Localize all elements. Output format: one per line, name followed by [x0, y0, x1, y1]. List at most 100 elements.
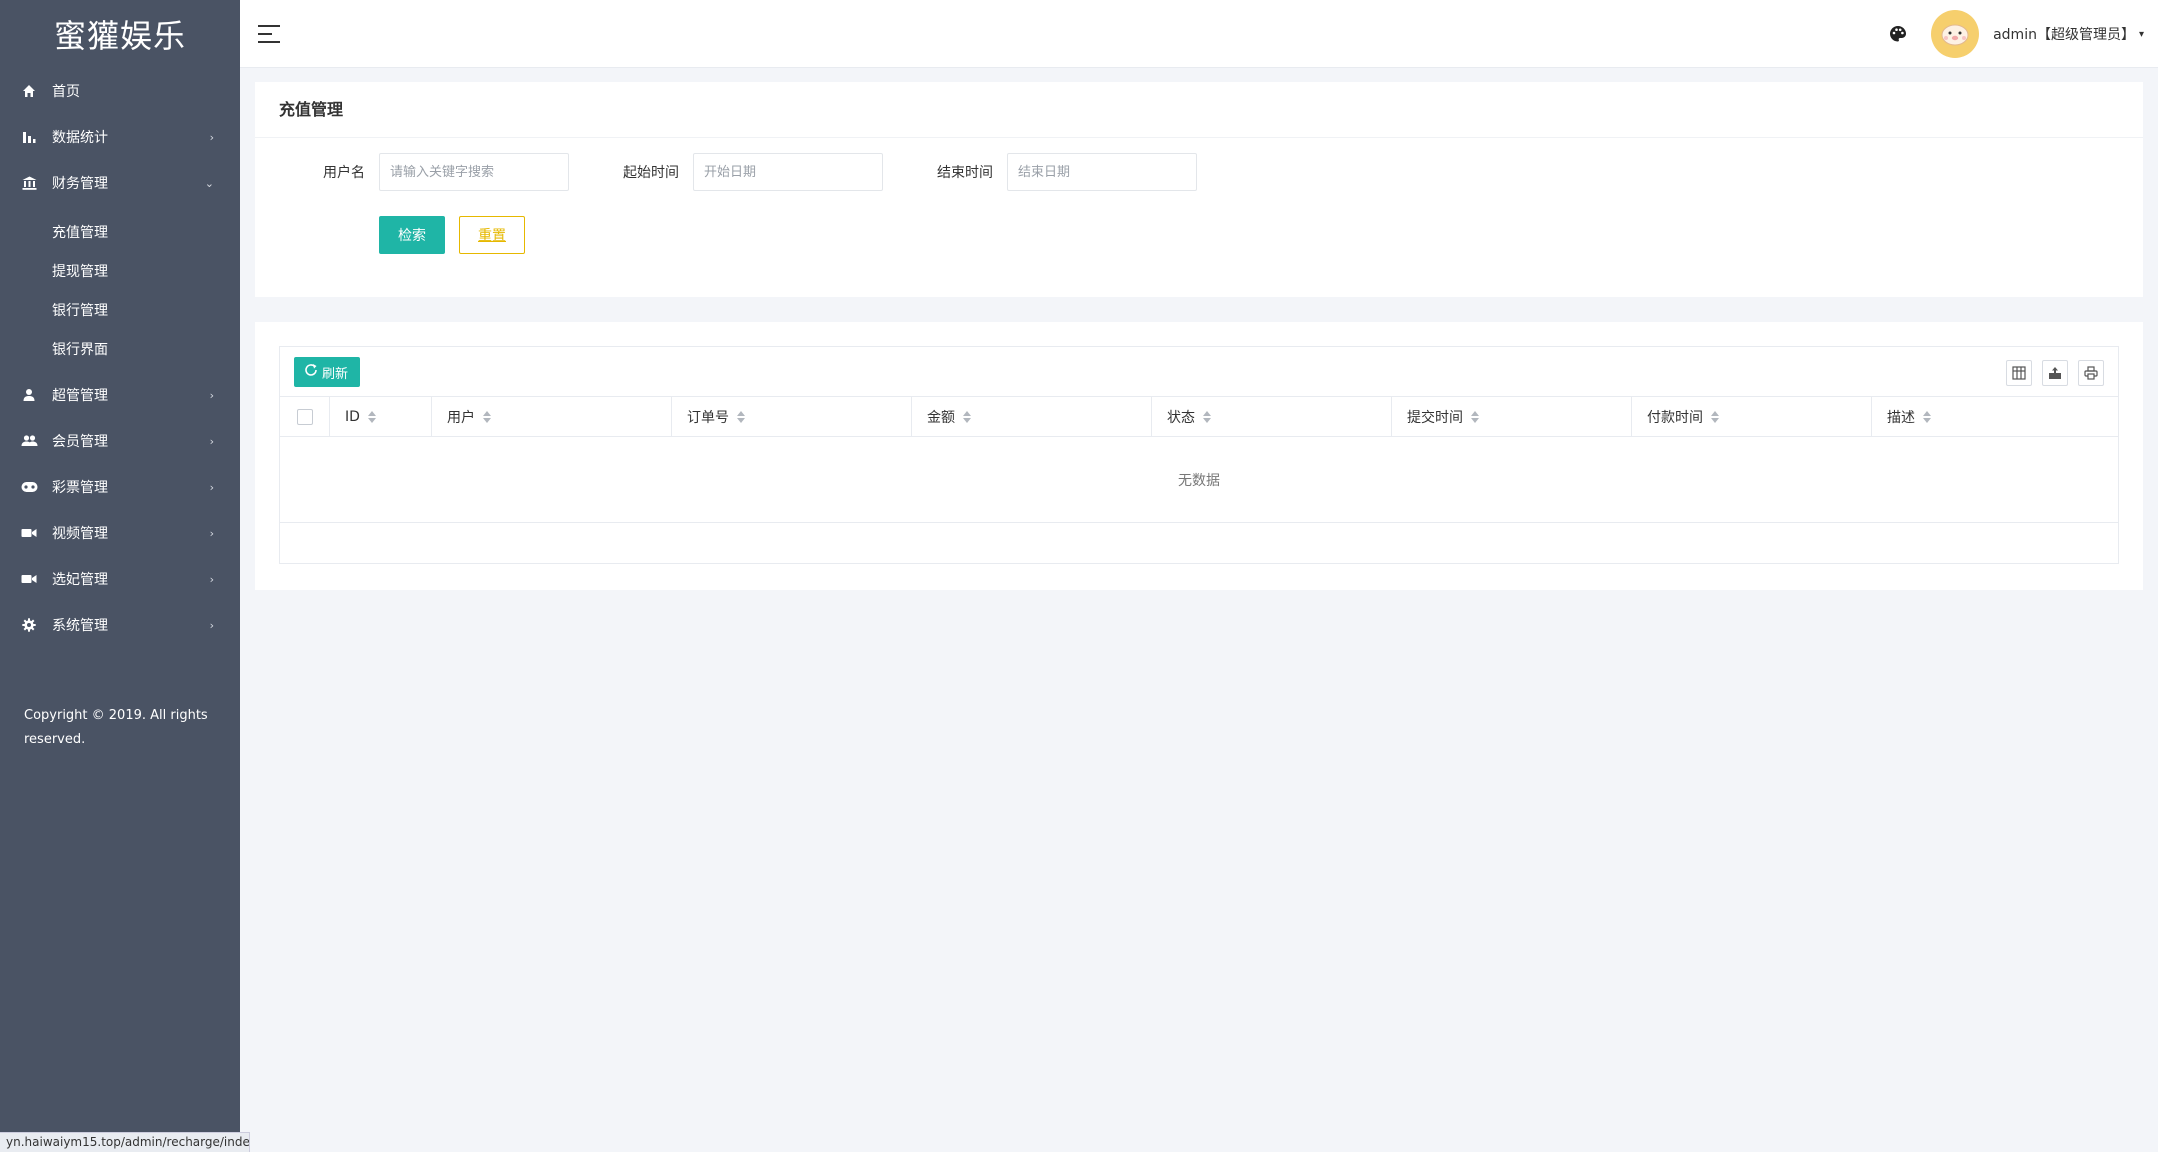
select-all-checkbox[interactable] [296, 409, 313, 425]
column-header-amount[interactable]: 金额 [912, 397, 1152, 437]
palette-icon[interactable] [1887, 23, 1909, 45]
refresh-icon [304, 363, 318, 381]
video-icon [20, 570, 38, 588]
sidebar-item-statistics[interactable]: 数据统计 › [0, 114, 240, 160]
chevron-right-icon: › [209, 618, 214, 632]
table-panel: 刷新 ID 用户 订单号 金额 状态 提交时间 付款时间 描述 无数据 [255, 322, 2143, 590]
finance-submenu: 充值管理 提现管理 银行管理 银行界面 [0, 206, 240, 372]
gamepad-icon [20, 478, 38, 496]
search-button[interactable]: 检索 [379, 216, 445, 254]
caret-down-icon: ▾ [2138, 28, 2144, 40]
columns-filter-icon[interactable] [2006, 360, 2032, 386]
user-menu[interactable]: admin【超级管理员】 ▾ [1993, 24, 2144, 44]
refresh-label: 刷新 [322, 366, 349, 382]
start-date-label: 起始时间 [623, 165, 679, 181]
table-tools [1996, 360, 2104, 386]
sidebar-item-selection[interactable]: 选妃管理 › [0, 556, 240, 602]
username-group: 用户名 [255, 153, 569, 191]
column-header-user[interactable]: 用户 [432, 397, 672, 437]
column-label: 付款时间 [1647, 410, 1703, 426]
home-icon [20, 82, 38, 100]
sidebar-item-label: 会员管理 [52, 434, 108, 450]
search-actions: 检索 重置 [379, 216, 525, 254]
chevron-right-icon: › [209, 434, 214, 448]
user-icon [20, 386, 38, 404]
sidebar-item-label: 系统管理 [52, 618, 108, 634]
avatar[interactable] [1931, 10, 1980, 58]
sort-icon [737, 411, 745, 423]
status-bar-url: yn.haiwaiym15.top/admin/recharge/index [0, 1132, 250, 1152]
sort-icon [1711, 411, 1719, 423]
column-header-submit-time[interactable]: 提交时间 [1392, 397, 1632, 437]
sidebar-item-members[interactable]: 会员管理 › [0, 418, 240, 464]
column-header-status[interactable]: 状态 [1152, 397, 1392, 437]
column-header-pay-time[interactable]: 付款时间 [1632, 397, 1872, 437]
brand-logo: 蜜獾娱乐 [53, 17, 186, 55]
refresh-button[interactable]: 刷新 [294, 357, 361, 387]
sidebar-item-label: 财务管理 [52, 176, 108, 192]
sort-icon [1471, 411, 1479, 423]
column-header-id[interactable]: ID [330, 397, 432, 437]
chevron-right-icon: › [209, 526, 214, 540]
start-date-input[interactable] [693, 153, 883, 191]
bar-chart-icon [20, 128, 38, 146]
chevron-right-icon: › [209, 480, 214, 494]
sidebar-item-lottery[interactable]: 彩票管理 › [0, 464, 240, 510]
sort-icon [483, 411, 491, 423]
data-table: 刷新 ID 用户 订单号 金额 状态 提交时间 付款时间 描述 无数据 [279, 346, 2119, 564]
chevron-right-icon: › [209, 388, 214, 402]
table-toolbar: 刷新 [280, 347, 2118, 397]
sidebar-item-label: 首页 [52, 84, 80, 100]
sidebar-item-system[interactable]: 系统管理 › [0, 602, 240, 648]
end-date-group: 结束时间 [883, 153, 1197, 191]
header-right: admin【超级管理员】 ▾ [1887, 0, 2144, 68]
sidebar-item-finance[interactable]: 财务管理 ⌄ [0, 160, 240, 206]
sidebar-item-videos[interactable]: 视频管理 › [0, 510, 240, 556]
bank-icon [20, 174, 38, 192]
page-title: 充值管理 [255, 82, 2143, 138]
sort-icon [1923, 411, 1931, 423]
username-input[interactable] [379, 153, 569, 191]
column-header-order-no[interactable]: 订单号 [672, 397, 912, 437]
print-icon[interactable] [2078, 360, 2104, 386]
sidebar-subitem-bank-ui[interactable]: 银行界面 [0, 329, 240, 368]
column-label: 用户 [447, 410, 475, 426]
sidebar-subitem-recharge[interactable]: 充值管理 [0, 212, 240, 251]
chevron-down-icon: ⌄ [204, 176, 214, 190]
video-icon [20, 524, 38, 542]
sidebar-item-home[interactable]: 首页 [0, 68, 240, 114]
sidebar-subitem-withdraw[interactable]: 提现管理 [0, 251, 240, 290]
sidebar-item-label: 视频管理 [52, 526, 108, 542]
column-label: 状态 [1167, 410, 1195, 426]
sidebar-menu: 首页 数据统计 › 财务管理 ⌄ 充值管理 提现管理 银行管理 银行界面 超管管… [0, 68, 240, 648]
user-name-label: admin【超级管理员】 [1993, 27, 2135, 43]
sort-icon [1203, 411, 1211, 423]
sidebar: 蜜獾娱乐 首页 数据统计 › 财务管理 ⌄ 充值管理 提现管理 银行管理 银行界… [0, 0, 240, 1152]
column-label: 描述 [1887, 410, 1915, 426]
copyright-text: Copyright © 2019. All rights reserved. [24, 708, 208, 747]
reset-button[interactable]: 重置 [459, 216, 525, 254]
sidebar-item-label: 超管管理 [52, 388, 108, 404]
select-all-cell [280, 397, 330, 437]
sidebar-item-label: 数据统计 [52, 130, 108, 146]
chevron-right-icon: › [209, 130, 214, 144]
sidebar-subitem-bank[interactable]: 银行管理 [0, 290, 240, 329]
column-label: 订单号 [687, 410, 729, 426]
username-label: 用户名 [323, 165, 365, 181]
menu-toggle-icon[interactable] [258, 24, 280, 43]
export-icon[interactable] [2042, 360, 2068, 386]
gear-icon [20, 616, 38, 634]
end-date-label: 结束时间 [937, 165, 993, 181]
sidebar-item-super-admin[interactable]: 超管管理 › [0, 372, 240, 418]
column-label: ID [345, 409, 360, 425]
end-date-input[interactable] [1007, 153, 1197, 191]
column-header-description[interactable]: 描述 [1872, 397, 2118, 437]
chevron-right-icon: › [209, 572, 214, 586]
sort-icon [963, 411, 971, 423]
table-header: ID 用户 订单号 金额 状态 提交时间 付款时间 描述 [280, 397, 2118, 437]
sidebar-item-label: 选妃管理 [52, 572, 108, 588]
sidebar-item-label: 彩票管理 [52, 480, 108, 496]
sort-icon [367, 411, 376, 423]
column-label: 提交时间 [1407, 410, 1463, 426]
users-icon [20, 432, 38, 450]
